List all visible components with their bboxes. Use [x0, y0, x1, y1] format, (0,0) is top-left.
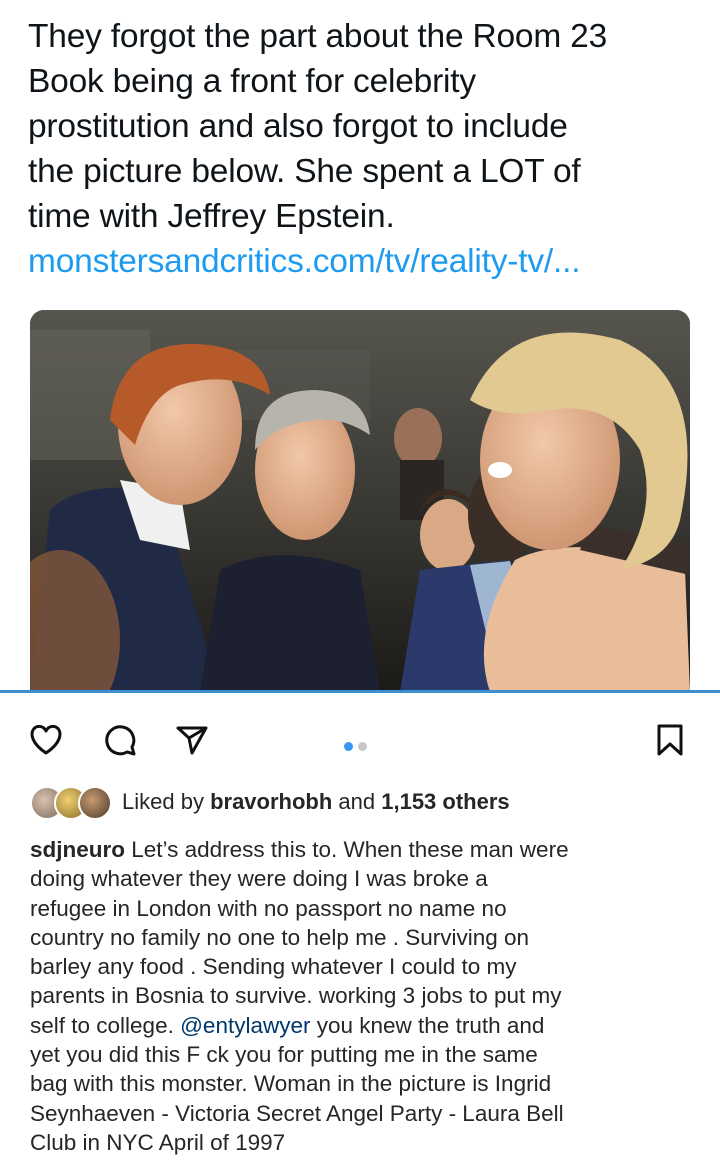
divider-line — [0, 690, 720, 693]
likes-row: Liked by bravorhobh and 1,153 others — [30, 784, 700, 820]
tweet-line: the picture below. She spent a LOT of — [28, 153, 581, 190]
caption-text: self to college. — [30, 1012, 181, 1038]
likes-prefix: Liked by — [122, 789, 211, 814]
heart-icon — [30, 724, 62, 755]
caption-line: Club in NYC April of 1997 — [30, 1129, 286, 1155]
comment-button[interactable] — [100, 720, 140, 760]
caption-line: parents in Bosnia to survive. working 3 … — [30, 983, 562, 1009]
avatar — [78, 786, 112, 820]
likes-text[interactable]: Liked by bravorhobh and 1,153 others — [122, 788, 510, 816]
liker-avatars[interactable] — [30, 786, 116, 820]
like-button[interactable] — [26, 720, 66, 760]
party-photo-illustration — [30, 310, 690, 692]
caption-line: bag with this monster. Woman in the pict… — [30, 1071, 552, 1097]
tweet-line: time with Jeffrey Epstein. — [28, 198, 395, 235]
caption-line: sdjneuro Let’s address this to. When the… — [30, 835, 700, 864]
tweet-link[interactable]: monstersandcritics.com/tv/reality-tv/... — [28, 239, 698, 284]
caption-username[interactable]: sdjneuro — [30, 837, 125, 862]
caption-line: barley any food . Sending whatever I cou… — [30, 954, 517, 980]
caption-mention[interactable]: @entylawyer — [180, 1013, 310, 1038]
share-icon — [176, 726, 208, 755]
likes-middle: and — [332, 789, 382, 814]
caption-line: Seynhaeven - Victoria Secret Angel Party… — [30, 1100, 564, 1126]
tweet-line: They forgot the part about the Room 23 — [28, 18, 608, 55]
post-caption: sdjneuro Let’s address this to. When the… — [30, 835, 700, 1157]
caption-line: doing whatever they were doing I was bro… — [30, 866, 488, 892]
caption-line: self to college. @entylawyer you knew th… — [30, 1011, 700, 1040]
caption-text: Let’s address this to. When these man we… — [125, 837, 569, 862]
carousel-indicator — [344, 742, 367, 751]
share-button[interactable] — [172, 720, 212, 760]
post-actions — [0, 712, 720, 772]
tweet-line: Book being a front for celebrity — [28, 63, 476, 100]
carousel-dot-active — [344, 742, 353, 751]
post-photo[interactable] — [30, 310, 690, 692]
carousel-dot — [358, 742, 367, 751]
liker-username[interactable]: bravorhobh — [210, 789, 332, 814]
caption-line: yet you did this F ck you for putting me… — [30, 1042, 538, 1068]
caption-line: refugee in London with no passport no na… — [30, 895, 507, 921]
tweet-line: prostitution and also forgot to include — [28, 108, 568, 145]
comment-icon — [105, 725, 136, 756]
save-button[interactable] — [650, 720, 690, 760]
caption-text: you knew the truth and — [310, 1012, 545, 1038]
likes-count[interactable]: 1,153 others — [381, 789, 509, 814]
caption-line: country no family no one to help me . Su… — [30, 924, 530, 950]
tweet-text: They forgot the part about the Room 23 B… — [28, 14, 698, 284]
bookmark-icon — [657, 724, 683, 756]
